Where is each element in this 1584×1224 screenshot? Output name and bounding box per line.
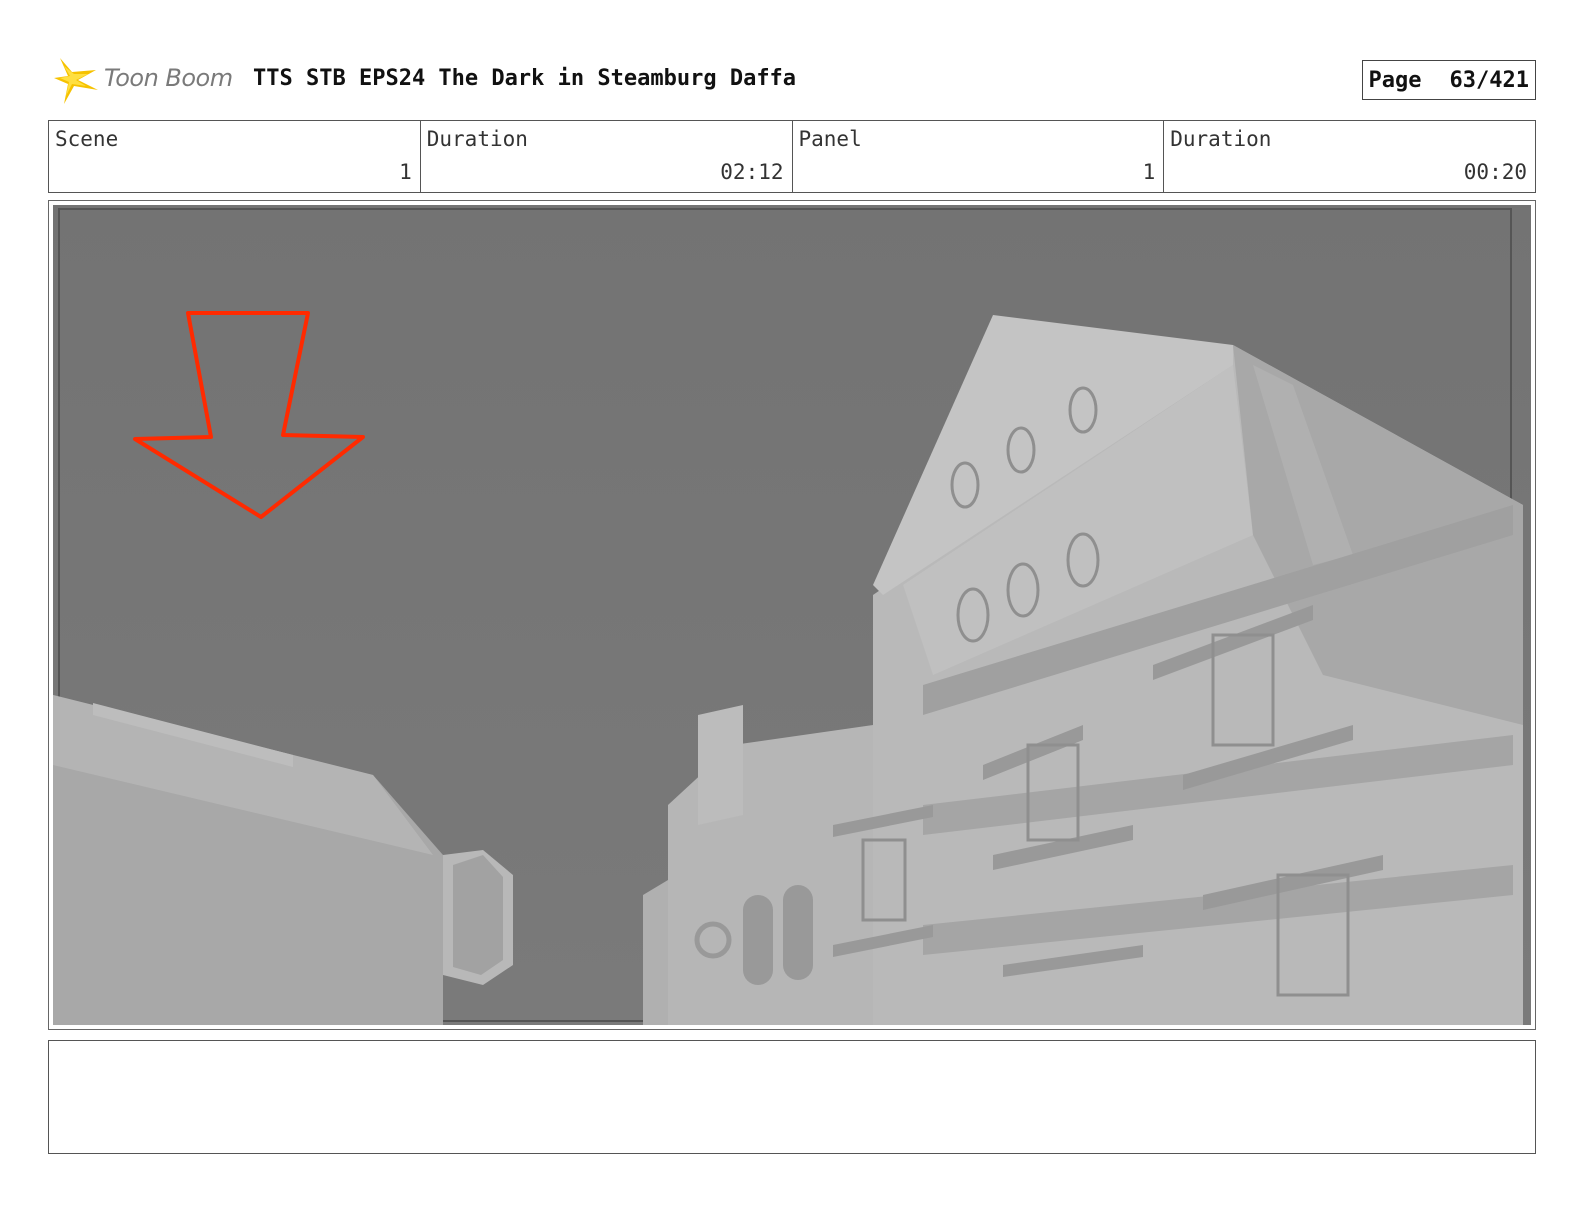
scene-info-row: Scene 1 Duration 02:12 Panel 1 Duration … [48,120,1536,193]
panel-label: Panel [798,127,862,151]
panel-artwork [53,205,1531,1025]
page-counter: Page 63/421 [1361,60,1536,100]
panel-notes-box [48,1040,1536,1154]
scene-duration-cell: Duration 02:12 [421,121,793,192]
logo-text: Toon Boom [104,64,233,92]
page-value: 63/421 [1449,67,1529,93]
storyboard-panel-image [53,205,1531,1025]
scene-duration-value: 02:12 [720,160,784,184]
toon-boom-logo: Toon Boom [52,56,242,106]
panel-duration-value: 00:20 [1463,160,1527,184]
page-header: Toon Boom TTS STB EPS24 The Dark in Stea… [48,52,1536,108]
panel-duration-cell: Duration 00:20 [1164,121,1535,192]
scene-value: 1 [399,160,412,184]
page-label: Page [1368,67,1422,93]
panel-value: 1 [1142,160,1156,184]
panel-duration-label: Duration [1170,127,1272,151]
starburst-icon [54,58,98,104]
scene-label: Scene [55,127,119,151]
scene-cell: Scene 1 [49,121,421,192]
scene-duration-label: Duration [426,127,528,151]
storyboard-panel-frame [48,200,1536,1030]
document-title: TTS STB EPS24 The Dark in Steamburg Daff… [253,66,797,91]
panel-cell: Panel 1 [793,121,1165,192]
